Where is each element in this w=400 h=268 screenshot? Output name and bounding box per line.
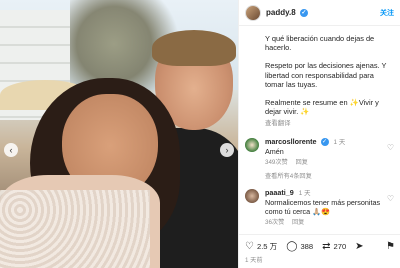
post-side-panel: paddy.8 ✓ 关注 Y qué liberación cuando dej… <box>238 0 400 268</box>
comment-count: 388 <box>300 242 314 251</box>
heart-icon[interactable]: ♡ <box>245 241 254 252</box>
post-username[interactable]: paddy.8 ✓ <box>266 8 308 17</box>
comment-body: marcosllorente ✓ 1 天 Amén 349次赞 回复 <box>265 137 387 167</box>
like-button[interactable]: ♡ 2.5 万 <box>245 241 277 252</box>
comment-username[interactable]: paaati_9 <box>265 188 294 197</box>
caption-paragraph: Respeto por las decisiones ajenas. Y lib… <box>265 61 387 89</box>
caption-paragraph: Y qué liberación cuando dejas de hacerlo… <box>265 34 375 53</box>
avatar[interactable] <box>245 4 261 21</box>
comment-likes[interactable]: 349次赞 <box>265 159 288 166</box>
post-caption: Y qué liberación cuando dejas de hacerlo… <box>239 26 400 129</box>
chevron-right-icon[interactable]: › <box>220 143 234 157</box>
comment-heart-icon[interactable]: ♡ <box>387 143 394 167</box>
comment-meta: 349次赞 回复 <box>265 158 387 167</box>
comment-time: 1 天 <box>298 189 311 197</box>
verified-icon: ✓ <box>320 137 329 146</box>
caption-paragraph: Realmente se resume en ✨Vivir y dejar vi… <box>265 98 379 117</box>
share-button[interactable]: ➤ <box>355 241 366 252</box>
comment-avatar[interactable] <box>245 188 259 203</box>
post-photo: ‹ › <box>0 0 238 268</box>
photo-man-hair <box>152 30 236 66</box>
comment-time: 1 天 <box>333 138 346 146</box>
comment: paaati_9 1 天 Normalicemos tener más pers… <box>239 188 400 227</box>
comment-avatar[interactable] <box>245 137 259 152</box>
comment: marcosllorente ✓ 1 天 Amén 349次赞 回复 ♡ <box>239 137 400 167</box>
comment-heart-icon[interactable]: ♡ <box>387 194 394 227</box>
repost-icon[interactable]: ⇄ <box>322 241 330 252</box>
post-date: 1 天前 <box>245 257 263 264</box>
post-header: paddy.8 ✓ 关注 <box>239 0 400 26</box>
repost-button[interactable]: ⇄ 270 <box>322 241 347 252</box>
follow-button[interactable]: 关注 <box>380 8 394 18</box>
verified-icon: ✓ <box>299 8 308 17</box>
comment-likes[interactable]: 36次赞 <box>265 219 284 226</box>
see-translation-link[interactable]: 查看翻译 <box>265 119 392 128</box>
like-count: 2.5 万 <box>256 242 278 251</box>
chevron-left-icon[interactable]: ‹ <box>4 143 18 157</box>
comment-button[interactable]: ◯ 388 <box>286 241 314 252</box>
comment-body: paaati_9 1 天 Normalicemos tener más pers… <box>265 188 387 227</box>
comment-text: Normalicemos tener más personitas como t… <box>265 197 381 216</box>
post-username-text[interactable]: paddy.8 <box>266 8 296 17</box>
view-replies-link[interactable]: 查看所有4条回复 <box>239 171 400 180</box>
repost-count: 270 <box>333 242 347 251</box>
send-icon[interactable]: ➤ <box>355 241 363 252</box>
comment-meta: 36次赞 回复 <box>265 218 387 227</box>
comment-icon[interactable]: ◯ <box>286 241 297 252</box>
comment-reply-button[interactable]: 回复 <box>295 159 307 166</box>
comment-reply-button[interactable]: 回复 <box>292 219 304 226</box>
photo-lace-top <box>0 190 150 268</box>
comment-text: Amén <box>265 146 284 156</box>
bookmark-icon[interactable]: ⚑ <box>386 241 395 252</box>
post-actions-bar: ♡ 2.5 万 ◯ 388 ⇄ 270 ➤ ⚑ <box>239 234 400 252</box>
comment-username[interactable]: marcosllorente <box>265 137 317 146</box>
